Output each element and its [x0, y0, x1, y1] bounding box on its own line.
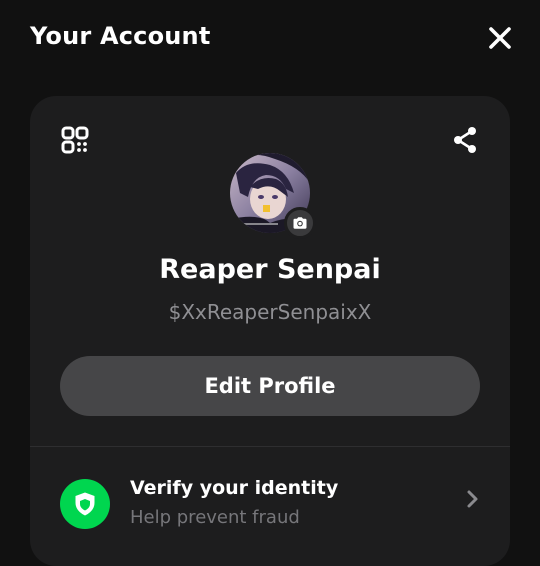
share-icon: [454, 127, 476, 153]
edit-profile-button[interactable]: Edit Profile: [60, 356, 480, 416]
chevron-right-icon: [464, 487, 482, 511]
camera-icon: [293, 217, 307, 229]
close-icon: [489, 27, 511, 49]
avatar-container: [230, 153, 316, 239]
close-button[interactable]: [484, 22, 516, 54]
verify-title: Verify your identity: [130, 477, 339, 499]
cashtag: $XxReaperSenpaixX: [168, 300, 372, 324]
shield-badge: [60, 479, 110, 529]
qr-code-icon: [61, 126, 89, 154]
share-button[interactable]: [450, 125, 480, 155]
shield-icon: [75, 492, 95, 516]
display-name: Reaper Senpai: [159, 254, 381, 285]
top-bar: Your Account: [0, 0, 540, 78]
profile-card: Reaper Senpai $XxReaperSenpaixX Edit Pro…: [30, 96, 510, 566]
change-photo-button[interactable]: [284, 207, 316, 239]
verify-subtitle: Help prevent fraud: [130, 507, 300, 528]
qr-code-button[interactable]: [60, 125, 90, 155]
page-title: Your Account: [30, 22, 211, 50]
verify-identity-row[interactable]: Verify your identity Help prevent fraud: [30, 447, 510, 566]
